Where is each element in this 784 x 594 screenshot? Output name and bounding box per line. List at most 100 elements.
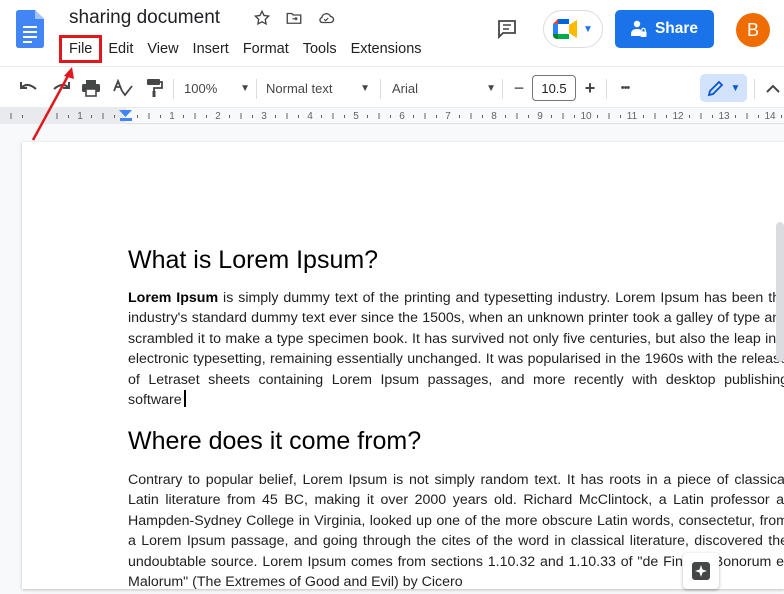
ruler-tick: [712, 115, 713, 118]
toolbar-divider: [173, 79, 174, 99]
increase-font-size-button[interactable]: +: [578, 76, 602, 100]
ruler-tick: [68, 115, 69, 118]
toolbar-divider: [380, 79, 381, 99]
share-label: Share: [654, 20, 699, 37]
ruler-tick: [56, 113, 58, 119]
ruler-tick: [45, 115, 46, 118]
font-family-select[interactable]: Arial ▼: [392, 76, 496, 100]
chevron-up-icon[interactable]: [763, 76, 783, 100]
scrollbar-track[interactable]: [774, 142, 784, 589]
menu-bar: File Edit View Insert Format Tools Exten…: [58, 35, 429, 63]
ruler-label: 13: [718, 111, 730, 122]
docs-logo-icon[interactable]: [16, 10, 44, 48]
ruler-tick: [781, 115, 782, 118]
ruler-label: 9: [537, 111, 543, 122]
ruler-tick: [551, 115, 552, 118]
title-menu-region: sharing document File Edit View Insert F…: [0, 0, 447, 66]
font-size-input[interactable]: 10.5: [532, 75, 576, 101]
ruler-tick: [505, 115, 506, 118]
horizontal-ruler[interactable]: 1 1 2 3 4 5 6 7 8 9 10 11 12 13 14: [0, 108, 784, 124]
redo-icon[interactable]: [50, 76, 72, 100]
ruler-label: 6: [399, 111, 405, 122]
ruler-tick: [620, 115, 621, 118]
sparkle-icon: [692, 562, 710, 580]
heading-what-is-lorem-ipsum[interactable]: What is Lorem Ipsum?: [128, 246, 378, 275]
menu-extensions[interactable]: Extensions: [344, 38, 429, 60]
ruler-tick: [528, 115, 529, 118]
paragraph-style-select[interactable]: Normal text ▼: [266, 76, 370, 100]
undo-icon[interactable]: [18, 76, 40, 100]
ruler-label: 3: [261, 111, 267, 122]
ruler-ticks: 1 1 2 3 4 5 6 7 8 9 10 11 12 13 14: [0, 108, 782, 124]
move-folder-icon[interactable]: [284, 8, 304, 28]
ruler-tick: [378, 113, 380, 119]
ruler-tick: [275, 115, 276, 118]
menu-view[interactable]: View: [140, 38, 185, 60]
paragraph-lorem-ipsum[interactable]: Lorem Ipsum is simply dummy text of the …: [128, 288, 784, 410]
ruler-tick: [344, 115, 345, 118]
ruler-label: 1: [169, 111, 175, 122]
ruler-label: 8: [491, 111, 497, 122]
ruler-tick: [459, 115, 460, 118]
spellcheck-icon[interactable]: [112, 76, 134, 100]
meet-button[interactable]: ▼: [543, 10, 603, 48]
toolbar-divider: [606, 79, 607, 99]
ruler-label: 11: [627, 111, 638, 122]
ruler-tick: [22, 115, 23, 118]
account-avatar[interactable]: B: [736, 13, 770, 47]
first-line-indent-marker[interactable]: [120, 118, 132, 121]
more-options-icon[interactable]: •••: [612, 76, 638, 100]
ruler-tick: [516, 113, 518, 119]
ruler-tick: [252, 115, 253, 118]
menu-format[interactable]: Format: [236, 38, 296, 60]
scrollbar-thumb[interactable]: [776, 222, 784, 362]
title-actions: [252, 8, 336, 28]
ruler-tick: [608, 113, 610, 119]
ruler-tick: [735, 115, 736, 118]
cloud-saved-icon[interactable]: [316, 8, 336, 28]
paragraph-text: is simply dummy text of the printing and…: [128, 290, 784, 409]
ruler-label: 5: [353, 111, 359, 122]
lock-person-icon: [630, 20, 647, 37]
explore-sidebar-button[interactable]: [683, 553, 719, 589]
print-icon[interactable]: [80, 76, 102, 100]
decrease-font-size-button[interactable]: −: [507, 76, 531, 100]
ruler-tick: [562, 113, 564, 119]
ruler-tick: [643, 115, 644, 118]
ruler-tick: [700, 113, 702, 119]
zoom-select[interactable]: 100% ▼: [184, 76, 250, 100]
menu-tools[interactable]: Tools: [296, 38, 344, 60]
toolbar-divider: [256, 79, 257, 99]
ruler-tick: [597, 115, 598, 118]
star-icon[interactable]: [252, 8, 272, 28]
ruler-tick: [160, 115, 161, 118]
editing-mode-button[interactable]: ▼: [700, 74, 747, 102]
ruler-label: 10: [580, 111, 592, 122]
document-page[interactable]: What is Lorem Ipsum? Lorem Ipsum is simp…: [22, 142, 784, 589]
ruler-tick: [298, 115, 299, 118]
ruler-tick: [114, 115, 115, 118]
ruler-tick: [102, 113, 104, 119]
document-title[interactable]: sharing document: [69, 7, 220, 29]
ruler-tick: [654, 113, 656, 119]
font-family-value: Arial: [392, 80, 419, 96]
menu-file[interactable]: File: [58, 35, 103, 63]
paint-format-icon[interactable]: [143, 76, 165, 100]
toolbar-divider: [754, 79, 755, 99]
ruler-tick: [240, 113, 242, 119]
heading-where-does-it-come-from[interactable]: Where does it come from?: [128, 427, 421, 456]
ruler-tick: [91, 115, 92, 118]
ruler-tick: [689, 115, 690, 118]
ruler-tick: [367, 115, 368, 118]
ruler-tick: [332, 113, 334, 119]
chevron-down-icon: ▼: [486, 82, 496, 94]
ruler-label: 14: [764, 111, 776, 122]
menu-edit[interactable]: Edit: [101, 38, 140, 60]
ruler-tick: [194, 113, 196, 119]
comment-history-icon[interactable]: [495, 17, 519, 41]
ruler-tick: [148, 113, 150, 119]
ruler-tick: [470, 113, 472, 119]
menu-insert[interactable]: Insert: [186, 38, 236, 60]
share-button[interactable]: Share: [615, 10, 714, 48]
ruler-label: 12: [672, 111, 684, 122]
